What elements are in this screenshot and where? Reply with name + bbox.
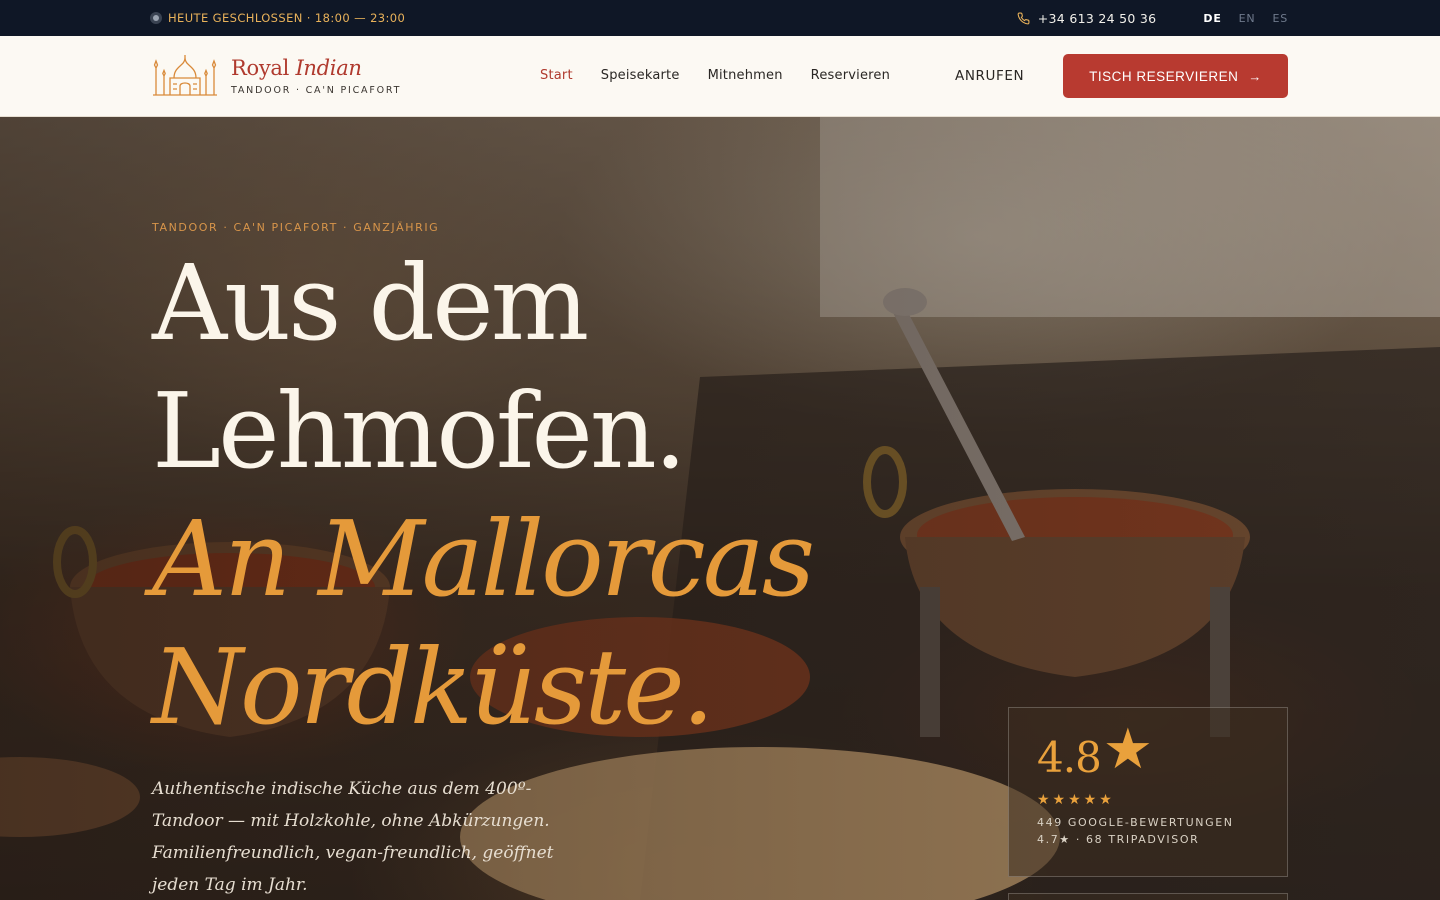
lang-en[interactable]: EN [1239,12,1256,25]
nav-reservieren[interactable]: Reservieren [811,68,890,83]
nav-speisekarte[interactable]: Speisekarte [601,68,680,83]
reserve-table-button[interactable]: TISCH RESERVIEREN → [1063,54,1288,98]
nav-start[interactable]: Start [540,68,573,83]
star-icon: ★ [1102,717,1153,782]
google-reviews-count: 449 GOOGLE-BEWERTUNGEN [1037,816,1234,829]
hero-headline: Aus dem Lehmofen. An Mallorcas Nordküste… [152,239,815,751]
lang-de[interactable]: DE [1203,12,1221,25]
logo-subtitle: TANDOOR · CA'N PICAFORT [231,85,402,96]
top-bar-right: +34 613 24 50 36 DE EN ES [1017,11,1288,26]
phone-link[interactable]: +34 613 24 50 36 [1017,11,1157,26]
status-dot-icon [150,12,162,24]
secondary-card-edge [1008,893,1288,900]
logo-text: Royal Indian TANDOOR · CA'N PICAFORT [231,56,401,96]
headline-line-1: Aus dem [152,242,589,364]
nav-mitnehmen[interactable]: Mitnehmen [708,68,783,83]
logo-name: Royal Indian [231,56,401,80]
main-nav: Start Speisekarte Mitnehmen Reservieren [540,68,890,83]
headline-accent-1: An Mallorcas [152,498,815,620]
reserve-table-label: TISCH RESERVIEREN [1089,68,1239,84]
top-bar: HEUTE GESCHLOSSEN · 18:00 — 23:00 +34 61… [0,0,1440,36]
taj-mahal-icon [153,55,217,96]
hero-section: TANDOOR · CA'N PICAFORT · GANZJÄHRIG Aus… [0,117,1440,900]
headline-line-2: Lehmofen. [152,370,687,492]
call-button[interactable]: ANRUFEN [955,68,1024,84]
logo-name-italic: Indian [295,56,362,80]
arrow-right-icon: → [1248,68,1262,84]
hero-eyebrow: TANDOOR · CA'N PICAFORT · GANZJÄHRIG [152,221,440,234]
phone-number: +34 613 24 50 36 [1037,10,1157,26]
headline-accent-2: Nordküste. [152,626,715,748]
rating-score-value: 4.8 [1037,733,1102,782]
lang-es[interactable]: ES [1272,12,1288,25]
opening-status: HEUTE GESCHLOSSEN · 18:00 — 23:00 [150,11,405,25]
site-header: Royal Indian TANDOOR · CA'N PICAFORT Sta… [0,36,1440,117]
hero-lead: Authentische indische Küche aus dem 400º… [152,779,554,895]
rating-score: 4.8 ★ [1037,722,1259,786]
tripadvisor-rating: 4.7★ · 68 TRIPADVISOR [1037,833,1200,846]
phone-icon [1017,12,1030,24]
opening-status-text: HEUTE GESCHLOSSEN · 18:00 — 23:00 [168,11,406,25]
logo-name-plain: Royal [231,56,296,80]
logo[interactable]: Royal Indian TANDOOR · CA'N PICAFORT [152,54,401,98]
rating-card: 4.8 ★ ★★★★★ 449 GOOGLE-BEWERTUNGEN 4.7★ … [1008,707,1288,877]
rating-stars: ★★★★★ [1037,792,1115,808]
